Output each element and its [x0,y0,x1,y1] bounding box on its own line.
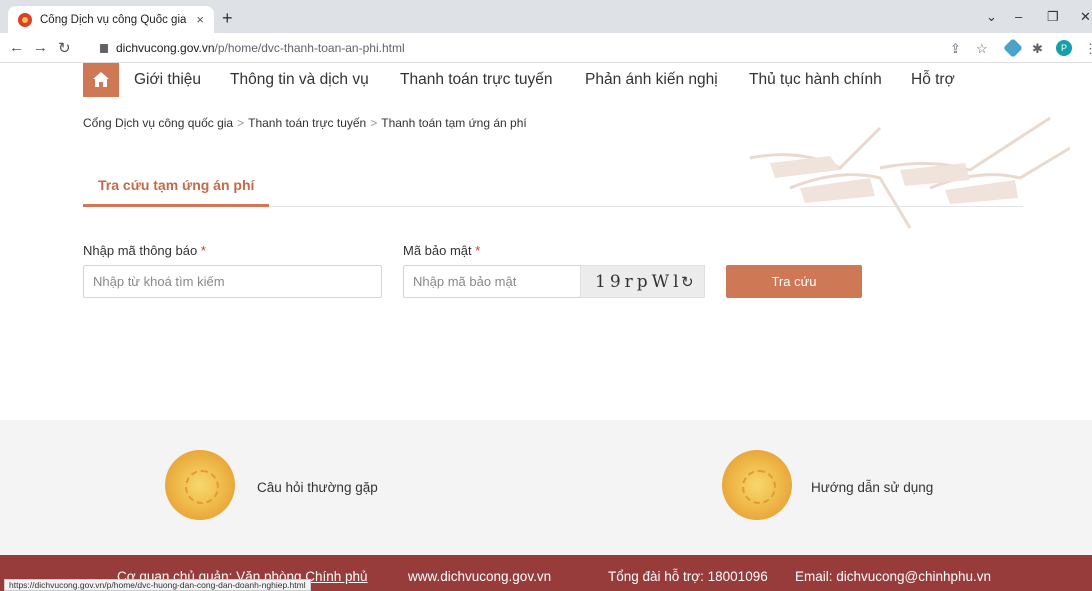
nav-item-feedback[interactable]: Phản ánh kiến nghị [585,71,718,89]
footer-email[interactable]: Email: dichvucong@chinhphu.vn [795,569,991,584]
footer-website[interactable]: www.dichvucong.gov.vn [408,569,551,584]
url-host: dichvucong.gov.vn [116,41,215,55]
notice-code-input[interactable] [83,265,382,298]
search-button[interactable]: Tra cứu [726,265,862,298]
breadcrumb-separator: > [237,116,245,130]
breadcrumb-current: Thanh toán tạm ứng án phí [381,116,527,130]
tab-search-icon[interactable]: ⌄ [986,9,997,25]
nav-item-support[interactable]: Hỗ trợ [911,71,955,89]
new-tab-button[interactable]: + [222,8,233,29]
close-window-icon[interactable]: ✕ [1080,9,1091,25]
decorative-birds-pattern [749,116,1070,229]
profile-avatar[interactable]: P [1056,40,1072,56]
home-button[interactable] [83,63,119,97]
nav-item-procedures[interactable]: Thủ tục hành chính [749,71,882,89]
breadcrumb-home[interactable]: Cổng Dịch vụ công quốc gia [83,116,233,130]
national-emblem-icon [165,450,235,520]
faq-link[interactable]: Câu hỏi thường gặp [257,480,378,495]
restore-icon[interactable]: ❐ [1047,9,1059,25]
address-bar: ← → ↻ dichvucong.gov.vn/p/home/dvc-thanh… [0,33,1092,63]
footer-hotline: Tổng đài hỗ trợ: 18001096 [608,569,768,584]
home-icon [93,72,109,87]
browser-tab-bar: Cổng Dịch vụ công Quốc gia × + ⌄ – ❐ ✕ [0,0,1092,33]
lock-icon [100,44,108,53]
breadcrumb-online-payment[interactable]: Thanh toán trực tuyến [248,116,366,130]
nav-item-info-services[interactable]: Thông tin và dịch vụ [230,71,369,89]
tab-active-indicator [83,204,269,207]
minimize-icon[interactable]: – [1015,9,1022,24]
captcha-image: 19rpWl ↻ [580,265,705,298]
user-guide-link[interactable]: Hướng dẫn sử dụng [811,480,933,495]
extensions-puzzle-icon[interactable]: ✱ [1032,41,1043,57]
tab-title: Cổng Dịch vụ công Quốc gia [40,13,187,26]
url-field[interactable]: dichvucong.gov.vn/p/home/dvc-thanh-toan-… [100,41,405,55]
security-code-input[interactable] [403,265,581,298]
url-path: /p/home/dvc-thanh-toan-an-phi.html [214,41,405,55]
bookmark-star-icon[interactable]: ☆ [976,41,988,57]
back-icon[interactable]: ← [9,39,24,56]
extension-icon[interactable] [1003,38,1023,58]
nav-item-intro[interactable]: Giới thiệu [134,71,201,89]
menu-icon[interactable]: ⋮ [1084,41,1092,57]
security-code-label: Mã bảo mật * [403,243,481,258]
captcha-refresh-icon[interactable]: ↻ [681,273,694,291]
required-mark: * [200,243,206,258]
notice-code-label: Nhập mã thông báo * [83,243,206,258]
required-mark: * [475,243,481,258]
share-icon[interactable]: ⇪ [950,41,961,57]
breadcrumb-separator: > [370,116,378,130]
captcha-code: 19rpWl [595,272,683,292]
national-emblem-icon [722,450,792,520]
site-nav: Giới thiệu Thông tin và dịch vụ Thanh to… [0,63,1092,97]
forward-icon[interactable]: → [33,39,48,56]
reload-icon[interactable]: ↻ [58,39,71,57]
site-favicon-icon [18,12,32,27]
nav-item-online-payment[interactable]: Thanh toán trực tuyến [400,71,553,89]
browser-tab[interactable]: Cổng Dịch vụ công Quốc gia × [8,6,214,33]
tab-fee-lookup[interactable]: Tra cứu tạm ứng án phí [98,177,254,193]
tab-close-icon[interactable]: × [196,12,204,27]
link-status-bar: https://dichvucong.gov.vn/p/home/dvc-huo… [4,579,311,591]
breadcrumb: Cổng Dịch vụ công quốc gia > Thanh toán tr… [83,116,527,130]
info-strip: Câu hỏi thường gặp Hướng dẫn sử dụng [0,420,1092,555]
